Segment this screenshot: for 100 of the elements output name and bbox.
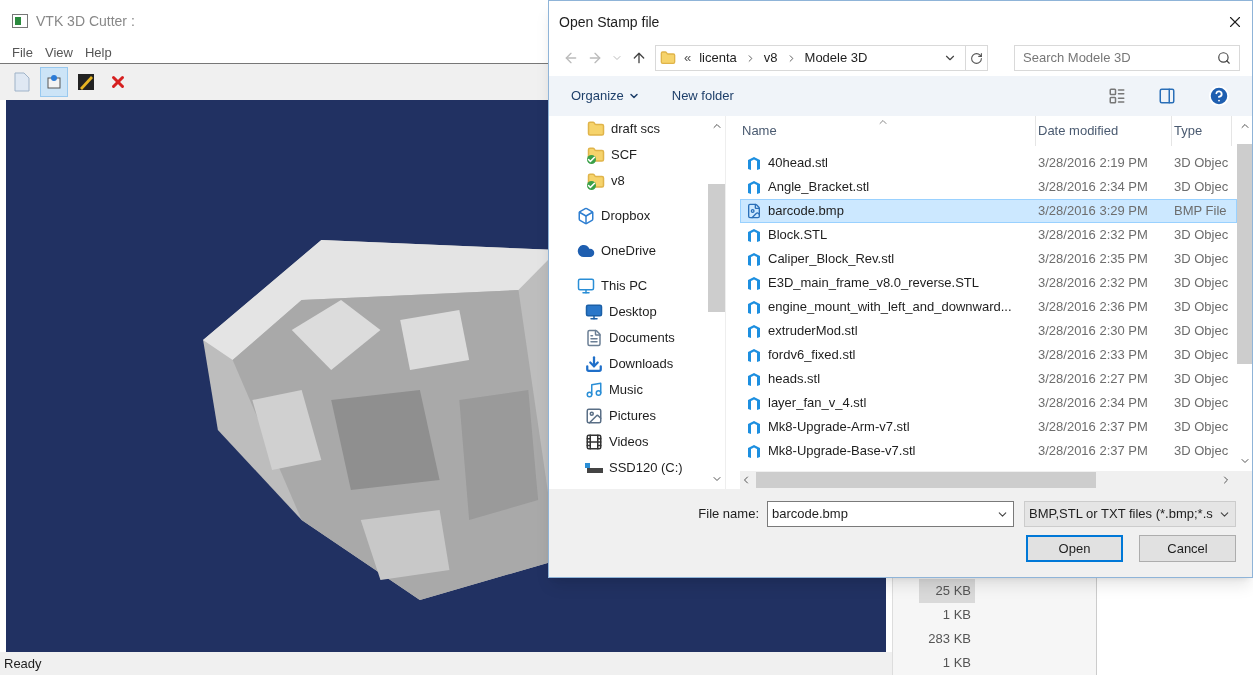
file-name: Angle_Bracket.stl xyxy=(768,178,870,197)
file-name: barcode.bmp xyxy=(768,202,844,221)
file-row[interactable]: layer_fan_v_4.stl 3/28/2016 2:34 PM 3D Objec xyxy=(740,391,1237,415)
search-field[interactable]: Search Modele 3D xyxy=(1014,45,1240,71)
nav-item[interactable]: This PC xyxy=(577,273,708,299)
new-folder-button[interactable]: New folder xyxy=(671,86,734,106)
3d-file-icon xyxy=(746,179,762,195)
dialog-button[interactable]: Open xyxy=(1026,535,1123,562)
file-row[interactable]: Caliper_Block_Rev.stl 3/28/2016 2:35 PM 3D Objec xyxy=(740,247,1237,271)
nav-item[interactable]: SSD120 (C:) xyxy=(577,455,708,481)
column-header[interactable]: Date modified xyxy=(1036,116,1172,146)
breadcrumb[interactable]: licenta xyxy=(699,48,737,68)
file-name-field[interactable]: barcode.bmp xyxy=(767,501,1014,527)
synced-folder-icon xyxy=(587,172,605,190)
3d-file-icon xyxy=(746,155,762,171)
file-type: 3D Objec xyxy=(1173,370,1229,389)
file-size: 1 KB xyxy=(941,654,972,673)
file-type: BMP File xyxy=(1173,202,1227,221)
preview-pane-icon[interactable] xyxy=(1158,87,1176,105)
file-row[interactable]: extruderMod.stl 3/28/2016 2:30 PM 3D Objec xyxy=(740,319,1237,343)
computer-icon xyxy=(577,277,595,295)
date-modified: 3/28/2016 2:33 PM xyxy=(1037,346,1149,365)
nav-item[interactable]: draft scs xyxy=(577,116,708,142)
search-input[interactable]: Search Modele 3D xyxy=(1023,48,1203,68)
cutter-icon xyxy=(77,73,95,91)
film-icon xyxy=(585,433,603,451)
refresh-icon[interactable] xyxy=(970,51,983,65)
file-row[interactable]: heads.stl 3/28/2016 2:27 PM 3D Objec xyxy=(740,367,1237,391)
file-row[interactable]: fordv6_fixed.stl 3/28/2016 2:33 PM 3D Objec xyxy=(740,343,1237,367)
nav-item[interactable]: Dropbox xyxy=(577,203,708,229)
file-type: 3D Objec xyxy=(1173,322,1229,341)
column-header[interactable]: Type xyxy=(1172,116,1232,146)
file-size: 1 KB xyxy=(941,606,972,625)
breadcrumb[interactable]: Modele 3D xyxy=(804,48,868,68)
file-name: layer_fan_v_4.stl xyxy=(768,394,867,413)
file-type: 3D Objec xyxy=(1173,226,1229,245)
nav-item[interactable]: Downloads xyxy=(577,351,708,377)
file-row[interactable]: Mk8-Upgrade-Arm-v7.stl 3/28/2016 2:37 PM 3D Objec xyxy=(740,415,1237,439)
date-modified: 3/28/2016 2:36 PM xyxy=(1037,298,1149,317)
3d-file-icon xyxy=(746,299,762,315)
file-name-input[interactable]: barcode.bmp xyxy=(772,504,972,524)
stamp-icon xyxy=(45,73,63,91)
3d-file-icon xyxy=(746,419,762,435)
view-options-icon[interactable] xyxy=(1108,87,1126,105)
nav-item[interactable]: Desktop xyxy=(577,299,708,325)
search-icon xyxy=(1217,51,1231,65)
help-icon[interactable] xyxy=(1208,85,1230,107)
address-bar[interactable]: « licenta v8 Modele 3D xyxy=(655,45,988,71)
date-modified: 3/28/2016 2:34 PM xyxy=(1037,394,1149,413)
music-icon xyxy=(585,381,603,399)
nav-item[interactable]: OneDrive xyxy=(577,238,708,264)
nav-item[interactable]: Pictures xyxy=(577,403,708,429)
back-icon[interactable] xyxy=(563,50,579,66)
file-row[interactable]: Angle_Bracket.stl 3/28/2016 2:34 PM 3D Objec xyxy=(740,175,1237,199)
column-header[interactable]: Name xyxy=(740,116,1036,146)
nav-item[interactable]: SCF xyxy=(577,142,708,168)
delete-icon xyxy=(109,73,127,91)
folder-icon xyxy=(587,120,605,138)
menu-item[interactable]: Help xyxy=(84,42,112,63)
3d-file-icon xyxy=(746,395,762,411)
synced-folder-icon xyxy=(587,146,605,164)
file-type: 3D Objec xyxy=(1173,178,1229,197)
nav-item[interactable]: Videos xyxy=(577,429,708,455)
cloud-icon xyxy=(577,242,595,260)
nav-item[interactable]: Music xyxy=(577,377,708,403)
file-size: 283 KB xyxy=(927,630,972,649)
breadcrumb[interactable]: v8 xyxy=(763,48,778,68)
menu-item[interactable]: View xyxy=(44,42,73,63)
3d-file-icon xyxy=(746,443,762,459)
file-row[interactable]: Block.STL 3/28/2016 2:32 PM 3D Objec xyxy=(740,223,1237,247)
file-name-label: File name: xyxy=(698,505,759,524)
menu-item[interactable]: File xyxy=(12,42,33,63)
file-name: extruderMod.stl xyxy=(768,322,858,341)
nav-item[interactable]: Documents xyxy=(577,325,708,351)
file-row[interactable]: 40head.stl 3/28/2016 2:19 PM 3D Objec xyxy=(740,151,1237,175)
file-type: 3D Objec xyxy=(1173,274,1229,293)
nav-item[interactable]: v8 xyxy=(577,168,708,194)
organize-menu[interactable]: Organize xyxy=(571,86,640,106)
file-type: 3D Objec xyxy=(1173,346,1229,365)
dialog-title: Open Stamp file xyxy=(559,12,660,32)
file-type: 3D Objec xyxy=(1173,394,1229,413)
3d-file-icon xyxy=(746,251,762,267)
file-row[interactable]: barcode.bmp 3/28/2016 3:29 PM BMP File xyxy=(740,199,1237,223)
scrollbar[interactable] xyxy=(740,471,1252,489)
image-file-icon xyxy=(746,203,762,219)
file-row[interactable]: Mk8-Upgrade-Base-v7.stl 3/28/2016 2:37 PM 3D Objec xyxy=(740,439,1237,463)
up-icon[interactable] xyxy=(631,50,647,66)
date-modified: 3/28/2016 3:29 PM xyxy=(1037,202,1149,221)
app-icon xyxy=(12,14,28,28)
3d-file-icon xyxy=(746,275,762,291)
dialog-button[interactable]: Cancel xyxy=(1139,535,1236,562)
file-name: heads.stl xyxy=(768,370,821,389)
download-icon xyxy=(585,355,603,373)
file-row[interactable]: E3D_main_frame_v8.0_reverse.STL 3/28/2016 2:32 PM 3D Objec xyxy=(740,271,1237,295)
file-row[interactable]: engine_mount_with_left_and_downward... 3/28/2016 2:36 PM 3D Objec xyxy=(740,295,1237,319)
file-name: 40head.stl xyxy=(768,154,828,173)
file-type-dropdown[interactable]: BMP,STL or TXT files (*.bmp;*.s xyxy=(1024,501,1236,527)
3d-file-icon xyxy=(746,323,762,339)
forward-icon[interactable] xyxy=(587,50,603,66)
3d-file-icon xyxy=(746,347,762,363)
